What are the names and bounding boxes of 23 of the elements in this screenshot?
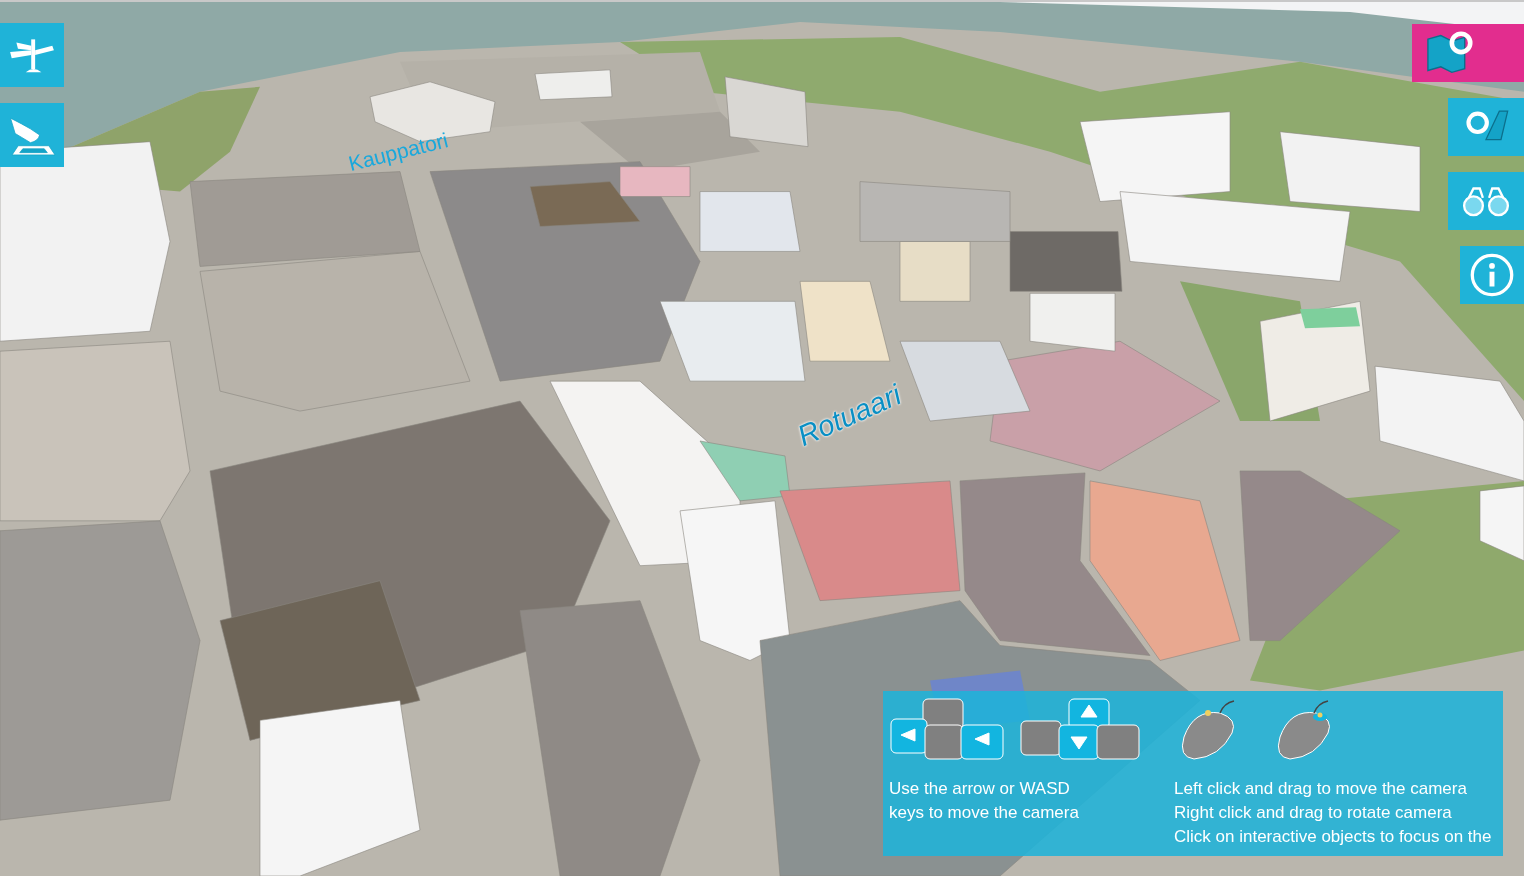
mouse-instructions: Left click and drag to move the camera Right click and drag to rotate camera Click on interactive objects to focus on the — [1174, 778, 1493, 848]
building[interactable] — [659, 301, 806, 382]
building[interactable] — [259, 700, 421, 876]
building[interactable] — [1119, 191, 1351, 282]
keyboard-instructions: Use the arrow or WASD keys to move the camera — [889, 778, 1080, 824]
wasd-keys-icon — [1019, 697, 1143, 763]
building[interactable] — [1374, 365, 1524, 482]
building[interactable] — [0, 141, 171, 342]
building[interactable] — [219, 580, 421, 741]
building[interactable] — [679, 500, 791, 661]
building[interactable] — [1479, 485, 1524, 561]
building[interactable] — [1259, 301, 1371, 422]
building[interactable] — [1079, 111, 1231, 202]
info-button[interactable] — [1460, 246, 1524, 304]
binoculars-button[interactable] — [1448, 172, 1524, 230]
building[interactable] — [1009, 231, 1123, 292]
building[interactable] — [699, 440, 791, 502]
building[interactable] — [1279, 131, 1421, 212]
signpost-button[interactable] — [0, 23, 64, 87]
search-button[interactable] — [1448, 98, 1524, 156]
building[interactable] — [529, 181, 641, 227]
map-search-button[interactable] — [1412, 24, 1524, 82]
ballot-button[interactable] — [0, 103, 64, 167]
